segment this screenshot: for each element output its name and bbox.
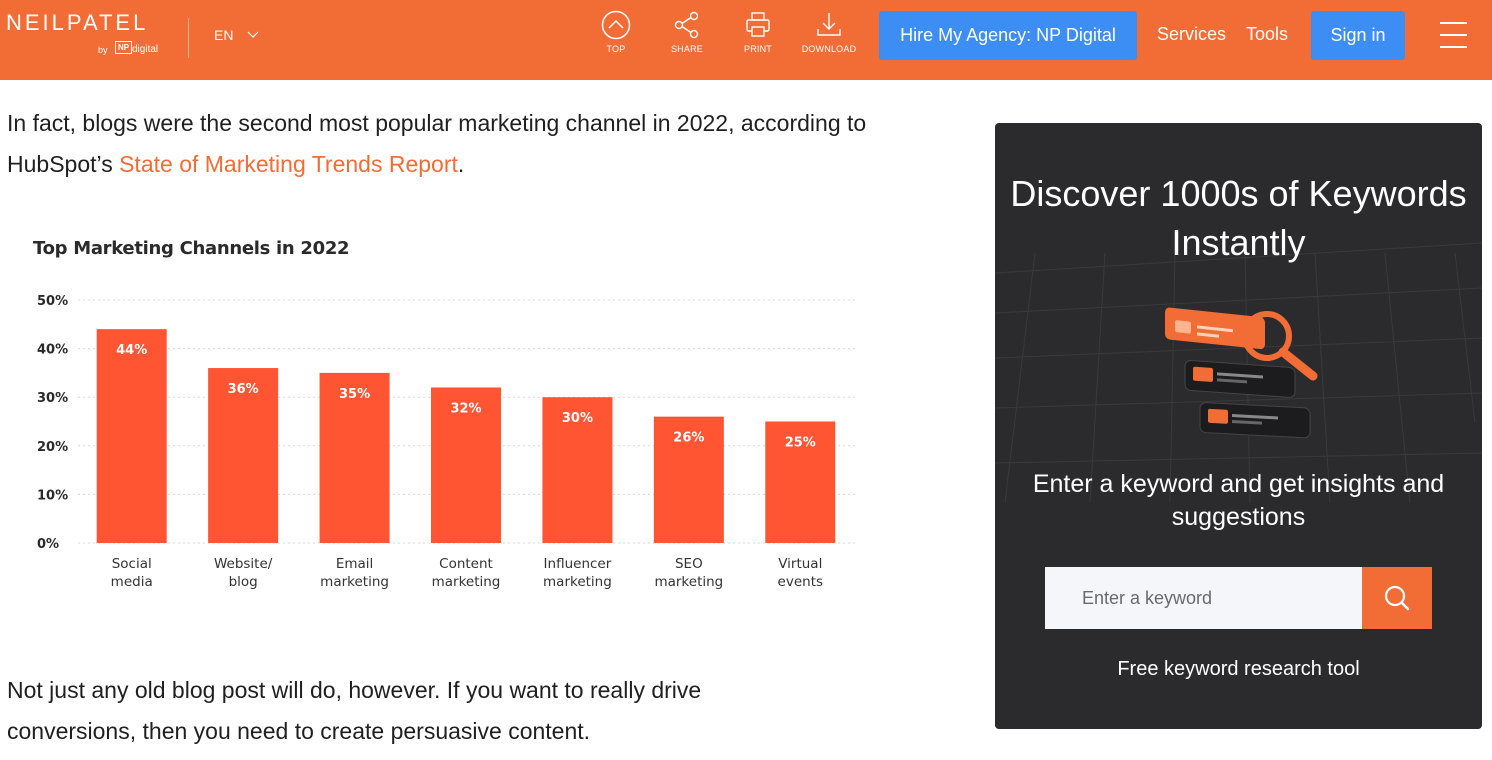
article-paragraph-2: Not just any old blog post will do, howe…: [7, 677, 702, 744]
state-of-marketing-report-link[interactable]: State of Marketing Trends Report: [119, 151, 458, 177]
bar-chart: 0% 10% 20% 30% 40% 50% 44% Social media 36% Websit…: [37, 294, 858, 590]
chart-title: Top Marketing Channels in 2022: [33, 238, 350, 259]
language-selector[interactable]: EN: [214, 27, 259, 43]
paragraph-1-end: .: [457, 151, 465, 177]
keyword-search-illustration: [1165, 307, 1318, 439]
top-label: TOP: [606, 44, 626, 54]
x-tick-label: marketing: [432, 574, 501, 590]
widget-subtitle: Enter a keyword and get insights and sug…: [1032, 470, 1445, 531]
bar-value-label: 32%: [450, 401, 481, 416]
print-button[interactable]: PRINT: [723, 10, 793, 65]
share-label: SHARE: [670, 44, 703, 54]
header-divider: [188, 18, 189, 58]
hamburger-menu-icon[interactable]: [1440, 22, 1467, 48]
x-tick-label: marketing: [543, 574, 612, 590]
top-button[interactable]: TOP: [581, 10, 651, 65]
widget-footer-text: Free keyword research tool: [1117, 658, 1360, 680]
bar-value-label: 35%: [339, 387, 370, 402]
x-tick-label: marketing: [320, 574, 389, 590]
download-icon: [817, 13, 841, 36]
y-tick-label: 0%: [37, 537, 59, 552]
article-paragraph-1: In fact, blogs were the second most popu…: [7, 103, 907, 185]
chevron-down-icon: [248, 31, 259, 38]
keyword-search-button[interactable]: [1362, 567, 1432, 629]
x-tick-label: media: [111, 574, 153, 590]
logo-digital-text: digital: [132, 44, 159, 55]
bar-value-label: 30%: [562, 411, 593, 426]
bar-value-label: 44%: [116, 343, 147, 358]
x-tick-label: Email: [336, 556, 373, 572]
share-icon: [674, 11, 699, 39]
y-tick-label: 50%: [37, 294, 68, 309]
logo-by-text: by: [98, 45, 108, 55]
x-tick-label: Virtual: [778, 556, 822, 572]
y-tick-label: 40%: [37, 343, 68, 358]
x-tick-label: Social: [112, 556, 152, 572]
nav-link-services[interactable]: Services: [1157, 24, 1226, 45]
download-button[interactable]: DOWNLOAD: [794, 10, 864, 65]
search-icon: [1384, 585, 1410, 611]
bar: [96, 329, 167, 543]
y-tick-label: 30%: [37, 391, 68, 406]
neilpatel-logo[interactable]: NEILPATEL by NP digital: [6, 8, 166, 64]
print-label: PRINT: [744, 44, 772, 54]
x-tick-label: Content: [439, 556, 493, 572]
logo-wordmark: NEILPATEL: [6, 10, 149, 35]
bar-value-label: 26%: [673, 431, 704, 446]
logo-np-badge: NP: [115, 41, 133, 54]
download-label: DOWNLOAD: [801, 44, 857, 54]
x-tick-label: blog: [229, 574, 258, 590]
x-tick-label: Influencer: [544, 556, 612, 572]
widget-title: Discover 1000s of Keywords Instantly: [1010, 173, 1467, 263]
share-button[interactable]: SHARE: [652, 10, 722, 65]
y-tick-label: 10%: [37, 488, 68, 503]
bar-value-label: 36%: [228, 382, 259, 397]
language-label: EN: [214, 27, 234, 43]
bar-value-label: 25%: [785, 436, 816, 451]
top-navigation-bar: NEILPATEL by NP digital EN TOP SHARE PRI…: [0, 0, 1492, 80]
keyword-search-input[interactable]: [1045, 567, 1363, 629]
nav-link-tools[interactable]: Tools: [1246, 24, 1288, 45]
sign-in-button[interactable]: Sign in: [1311, 11, 1405, 60]
x-tick-label: events: [778, 574, 823, 590]
x-tick-label: SEO: [675, 556, 703, 572]
x-tick-label: Website/: [214, 556, 273, 572]
print-icon: [746, 12, 770, 37]
arrow-up-circle-icon: [601, 10, 631, 40]
keyword-tool-widget: Discover 1000s of Keywords Instantly Ent…: [995, 123, 1482, 729]
hire-agency-button[interactable]: Hire My Agency: NP Digital: [879, 11, 1137, 60]
y-tick-label: 20%: [37, 440, 68, 455]
x-tick-label: marketing: [654, 574, 723, 590]
